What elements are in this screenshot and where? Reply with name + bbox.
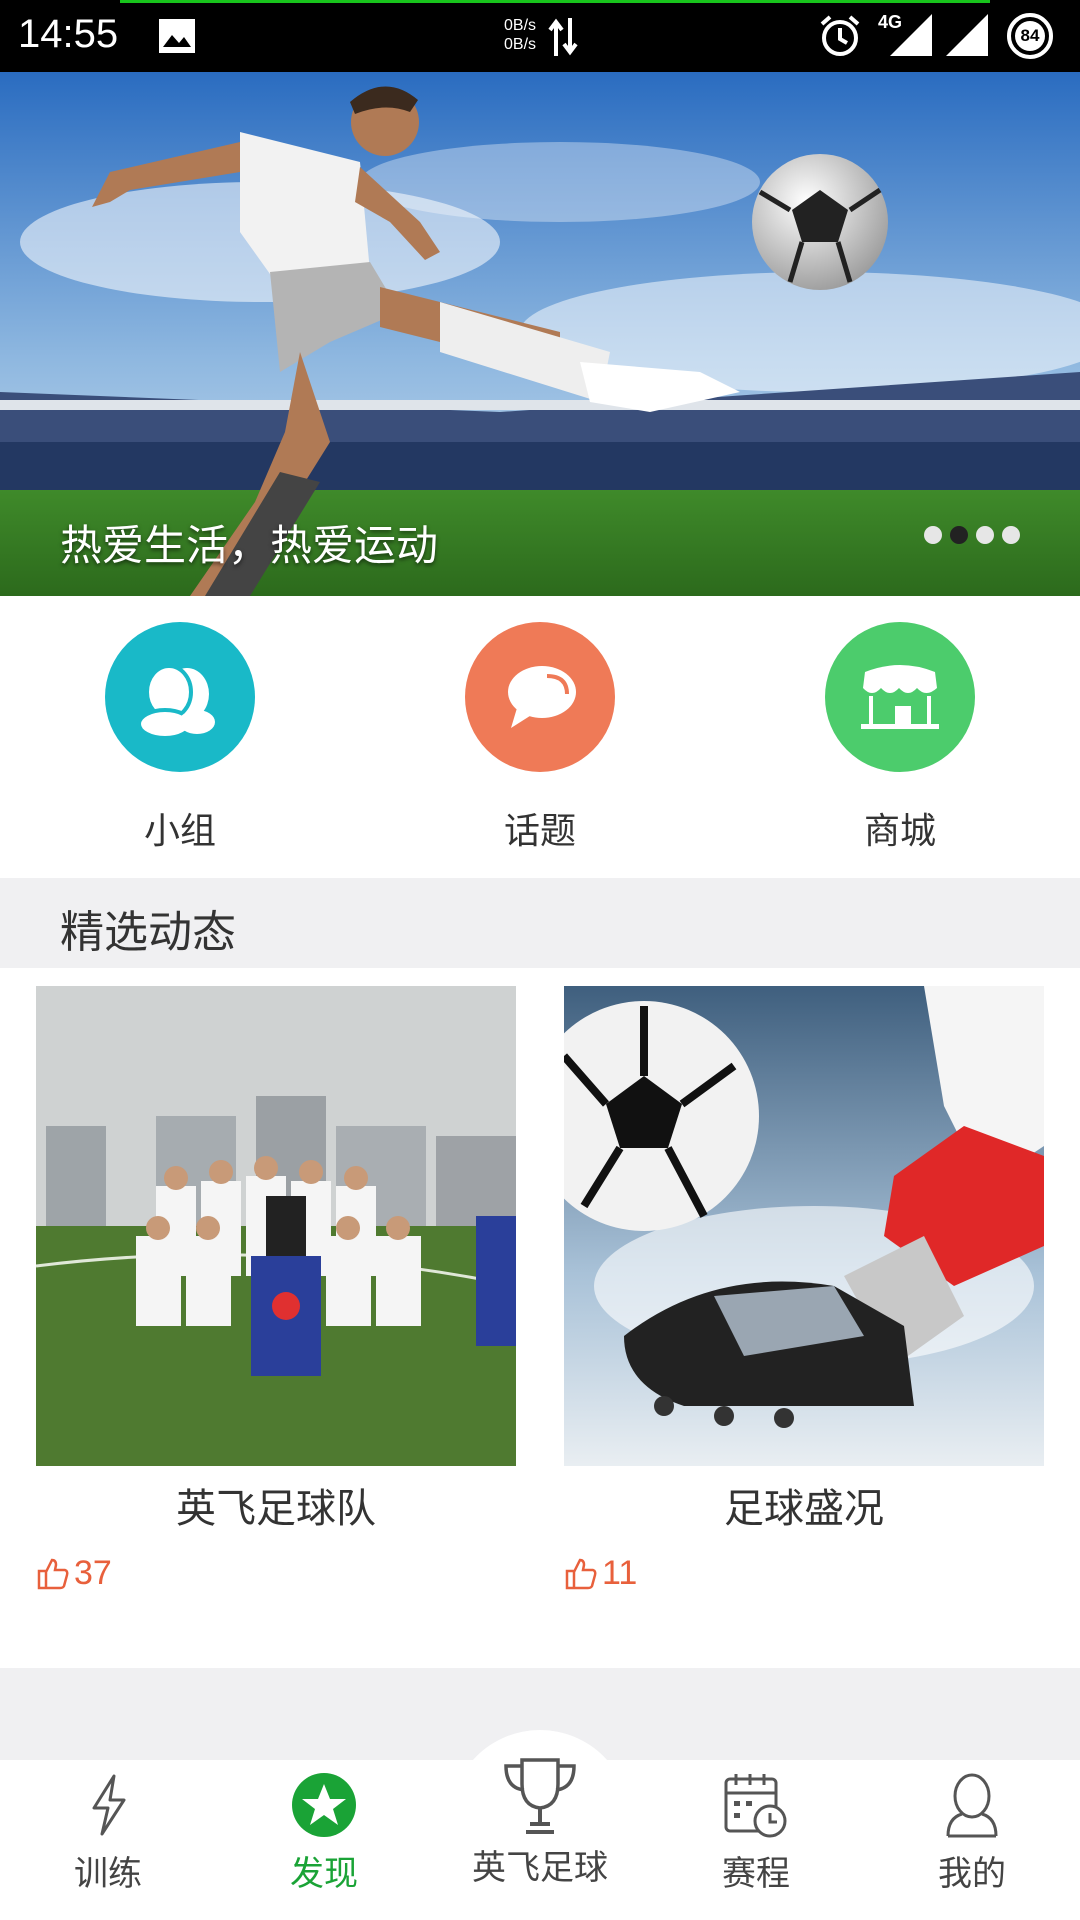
like-count: 11 [602,1554,638,1592]
status-time: 14:55 [18,12,119,56]
section-header: 精选动态 [0,878,1080,968]
entry-label: 话题 [503,811,576,852]
thumbs-up-icon [565,1558,597,1589]
entry-label: 商城 [863,811,936,852]
tab-label: 赛程 [722,1854,790,1894]
progress-line [120,0,990,3]
tab-training[interactable]: 训练 [18,1770,198,1920]
card-title: 英飞足球队 [176,1486,376,1532]
like-button[interactable]: 37 [36,1554,516,1593]
banner-carousel[interactable]: 热爱生活，热爱运动 [0,72,1080,596]
trophy-icon [496,1752,584,1840]
net-up-speed: 0B/s [504,17,537,34]
battery-level: 84 [1020,26,1040,45]
entry-topic[interactable]: 话题 [440,622,640,862]
chat-bubble-icon [465,622,615,772]
entry-group[interactable]: 小组 [80,622,280,862]
network-type: 4G [878,12,903,32]
star-circle-icon [289,1770,359,1840]
thumbs-up-icon [37,1558,69,1589]
carousel-dot [976,526,994,544]
carousel-dot [924,526,942,544]
network-speed: 0B/s 0B/s [504,16,536,54]
feed-card[interactable]: 英飞足球队 37 [36,986,516,1593]
tab-discover[interactable]: 发现 [234,1770,414,1920]
entry-label: 小组 [143,811,216,852]
tab-label: 发现 [290,1854,358,1894]
carousel-indicator [924,526,1020,544]
like-count: 37 [74,1554,112,1592]
card-image-team [36,986,516,1466]
feed-card[interactable]: 足球盛况 11 [564,986,1044,1593]
signal-icon [946,14,988,56]
banner-caption: 热爱生活，热爱运动 [60,521,439,570]
tab-schedule[interactable]: 赛程 [666,1770,846,1920]
tab-home[interactable]: 英飞足球 [450,1752,630,1902]
group-icon [105,622,255,772]
image-icon [159,19,195,53]
featured-feed: 英飞足球队 37 足球盛况 11 [0,968,1080,1668]
calendar-clock-icon [721,1770,791,1840]
card-title: 足球盛况 [724,1486,884,1532]
entry-shop[interactable]: 商城 [800,622,1000,862]
status-bar: 14:55 0B/s 0B/s 4G 84 [0,0,1080,72]
person-icon [937,1770,1007,1840]
tab-label: 训练 [74,1854,142,1894]
lightning-icon [73,1770,143,1840]
section-title: 精选动态 [60,907,236,958]
like-button[interactable]: 11 [564,1554,1044,1593]
carousel-dot-active [950,526,968,544]
quick-entries: 小组 话题 商城 [0,596,1080,878]
net-down-speed: 0B/s [504,36,537,53]
bottom-navigation: 训练 发现 英飞足球 赛程 我的 [0,1730,1080,1920]
tab-mine[interactable]: 我的 [882,1770,1062,1920]
tab-label: 英飞足球 [472,1848,608,1888]
shop-icon [825,622,975,772]
tab-label: 我的 [938,1854,1006,1894]
data-transfer-icon [548,18,578,56]
alarm-icon [820,15,860,56]
card-image-football [564,986,1044,1466]
carousel-dot [1002,526,1020,544]
